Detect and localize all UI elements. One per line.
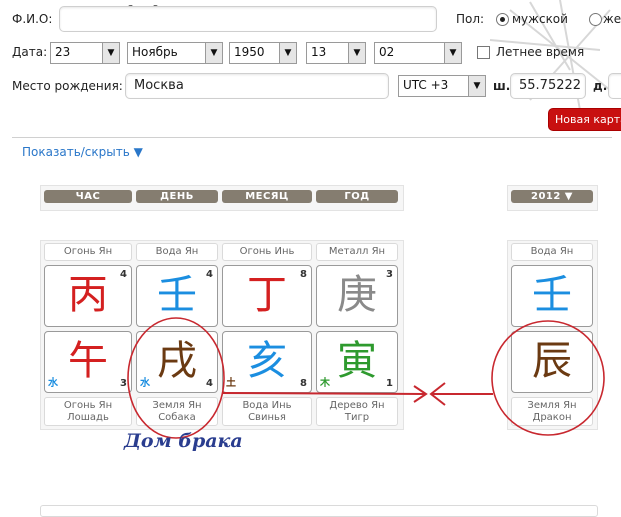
longitude-field[interactable] — [608, 73, 621, 99]
month-value: Ноябрь — [132, 45, 178, 59]
stem-number: 8 — [300, 269, 307, 280]
new-chart-button[interactable]: Новая карта — [548, 108, 621, 131]
heavenly-stem: 庚 — [337, 272, 377, 318]
stem-element-label: Вода Ян — [136, 243, 218, 261]
branch-animal: Лошадь — [67, 412, 109, 423]
column-header-day: ДЕНЬ — [136, 190, 218, 203]
chevron-down-icon: ▼ — [205, 43, 222, 63]
arrow-right-icon — [413, 385, 428, 403]
hidden-element: 木 — [320, 378, 330, 389]
heavenly-stem: 丙 — [68, 272, 108, 318]
hour-select[interactable]: 13 ▼ — [306, 42, 366, 64]
day-value: 23 — [55, 45, 71, 59]
gender-male-label: мужской — [512, 12, 568, 26]
branch-number: 4 — [206, 378, 213, 389]
minute-value: 02 — [379, 45, 395, 59]
next-section-frame — [40, 505, 598, 517]
branch-element: Земля Ян — [527, 400, 577, 411]
name-field[interactable] — [59, 6, 437, 32]
name-label: Ф.И.О: — [12, 12, 53, 26]
branch-cell-day[interactable]: 戌 水 4 — [136, 331, 218, 393]
branch-element: Огонь Ян — [63, 400, 113, 411]
luck-stem-element-label: Вода Ян — [511, 243, 593, 261]
hour-value: 13 — [311, 45, 327, 59]
branch-description-hour: Огонь Ян Лошадь — [44, 397, 132, 426]
earthly-branch: 辰 — [532, 338, 572, 384]
branch-number: 3 — [120, 378, 127, 389]
chevron-down-icon: ▼ — [279, 43, 296, 63]
hidden-element: 水 — [48, 378, 58, 389]
branch-element: Вода Инь — [242, 400, 292, 411]
stem-cell-day[interactable]: 壬 4 — [136, 265, 218, 327]
stem-cell-hour[interactable]: 丙 4 — [44, 265, 132, 327]
branch-animal: Дракон — [532, 412, 572, 423]
luck-stem-cell[interactable]: 壬 — [511, 265, 593, 327]
branch-animal: Свинья — [248, 412, 286, 423]
chevron-down-icon: ▼ — [444, 43, 461, 63]
branch-cell-hour[interactable]: 午 水 3 — [44, 331, 132, 393]
place-field[interactable]: Москва — [125, 73, 389, 99]
day-select[interactable]: 23 ▼ — [50, 42, 120, 64]
utc-select[interactable]: UTC +3 ▼ — [398, 75, 486, 97]
stem-element-label: Огонь Инь — [222, 243, 312, 261]
arrow-left-icon — [429, 382, 446, 406]
luck-branch-description: Земля Ян Дракон — [511, 397, 593, 426]
dst-label: Летнее время — [496, 45, 585, 59]
longitude-label: д. — [593, 79, 608, 93]
branch-cell-month[interactable]: 亥 土 8 — [222, 331, 312, 393]
chevron-down-icon: ▼ — [348, 43, 365, 63]
year-select[interactable]: 1950 ▼ — [229, 42, 297, 64]
chevron-down-icon: ▼ — [102, 43, 119, 63]
column-header-year: ГОД — [316, 190, 398, 203]
form-divider — [12, 137, 612, 138]
gender-label: Пол: — [456, 12, 485, 26]
hidden-element: 土 — [226, 378, 236, 389]
branch-element: Дерево Ян — [329, 400, 385, 411]
hidden-element: 水 — [140, 378, 150, 389]
luck-year-select[interactable]: 2012 ▼ — [511, 190, 593, 203]
dst-checkbox[interactable] — [477, 46, 490, 59]
branch-number: 8 — [300, 378, 307, 389]
minute-select[interactable]: 02 ▼ — [374, 42, 462, 64]
year-value: 1950 — [234, 45, 265, 59]
heavenly-stem: 壬 — [532, 272, 572, 318]
branch-description-month: Вода Инь Свинья — [222, 397, 312, 426]
show-hide-toggle[interactable]: Показать/скрыть ▼ — [22, 145, 143, 159]
earthly-branch: 亥 — [247, 338, 287, 384]
stem-number: 4 — [206, 269, 213, 280]
heavenly-stem: 壬 — [157, 272, 197, 318]
utc-value: UTC +3 — [403, 78, 449, 92]
stem-number: 4 — [120, 269, 127, 280]
stem-element-label: Огонь Ян — [44, 243, 132, 261]
column-header-hour: ЧАС — [44, 190, 132, 203]
branch-element: Земля Ян — [152, 400, 202, 411]
month-select[interactable]: Ноябрь ▼ — [127, 42, 223, 64]
stem-cell-month[interactable]: 丁 8 — [222, 265, 312, 327]
branch-cell-year[interactable]: 寅 木 1 — [316, 331, 398, 393]
stem-cell-year[interactable]: 庚 3 — [316, 265, 398, 327]
gender-female-label: жен — [603, 12, 621, 26]
stem-number: 3 — [386, 269, 393, 280]
latitude-label: ш. — [493, 79, 511, 93]
gender-male-radio[interactable] — [496, 13, 509, 26]
stem-element-label: Металл Ян — [316, 243, 398, 261]
place-label: Место рождения: — [12, 79, 123, 93]
chevron-down-icon: ▼ — [468, 76, 485, 96]
branch-number: 1 — [386, 378, 393, 389]
luck-branch-cell[interactable]: 辰 — [511, 331, 593, 393]
branch-description-day: Земля Ян Собака — [136, 397, 218, 426]
branch-animal: Тигр — [344, 412, 370, 423]
latitude-field[interactable]: 55.75222 — [510, 73, 586, 99]
marriage-house-annotation: Дом брака — [124, 430, 243, 452]
gender-female-radio[interactable] — [589, 13, 602, 26]
date-label: Дата: — [12, 45, 48, 59]
branch-animal: Собака — [158, 412, 196, 423]
column-header-month: МЕСЯЦ — [222, 190, 312, 203]
heavenly-stem: 丁 — [247, 272, 287, 318]
branch-description-year: Дерево Ян Тигр — [316, 397, 398, 426]
